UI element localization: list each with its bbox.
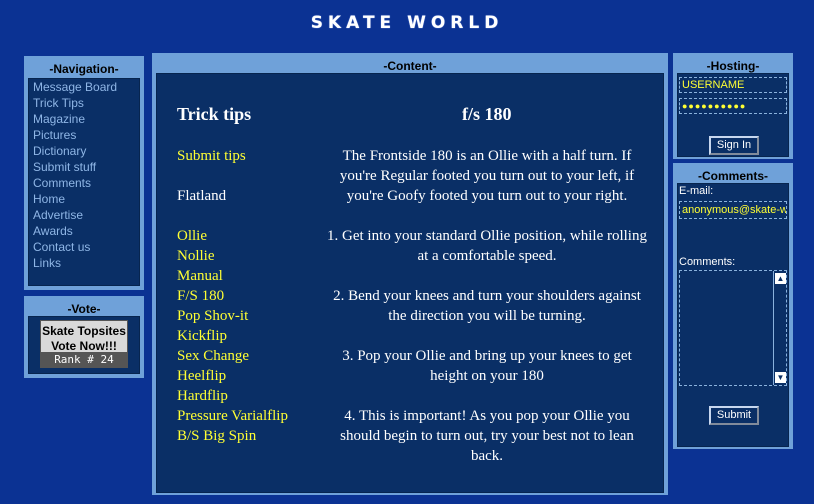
nav-link[interactable]: Trick Tips: [29, 95, 139, 111]
email-input[interactable]: anonymous@skate-w: [679, 201, 787, 219]
site-logo[interactable]: SKATE WORLD: [300, 12, 514, 34]
nav-link[interactable]: Pictures: [29, 127, 139, 143]
trick-link[interactable]: Hardflip: [177, 386, 288, 406]
vote-button-line1: Skate Topsites: [42, 324, 126, 338]
nav-link[interactable]: Message Board: [29, 79, 139, 95]
trick-link[interactable]: Heelflip: [177, 366, 288, 386]
nav-link[interactable]: Dictionary: [29, 143, 139, 159]
nav-link[interactable]: Links: [29, 255, 139, 271]
description-paragraph: The Frontside 180 is an Ollie with a hal…: [339, 148, 635, 204]
description-paragraph: 4. This is important! As you pop your Ol…: [340, 408, 634, 464]
comments-submit-button[interactable]: Submit: [709, 406, 759, 425]
comments-textarea[interactable]: ▲ ▼: [679, 270, 787, 386]
navigation-list-container: Message Board Trick Tips Magazine Pictures D…: [28, 78, 140, 286]
vote-title: -Vote-: [67, 302, 101, 316]
vote-panel: -Vote- Skate Topsites Vote Now!!! Rank #…: [24, 296, 144, 378]
description-paragraph: 3. Pop your Ollie and bring up your knee…: [342, 348, 632, 384]
trick-link[interactable]: Manual: [177, 266, 288, 286]
comments-label: Comments:: [679, 256, 736, 268]
nav-link[interactable]: Advertise: [29, 207, 139, 223]
category-label: Flatland: [177, 188, 227, 204]
hosting-panel: -Hosting- USERNAME ●●●●●●●●●● Sign In: [673, 53, 793, 159]
trick-list: Submit tips Flatland Ollie Nollie Manual F/…: [177, 146, 288, 446]
navigation-panel: -Navigation- Message Board Trick Tips Maga…: [24, 56, 144, 290]
navigation-title: -Navigation-: [49, 62, 119, 76]
nav-link[interactable]: Home: [29, 191, 139, 207]
vote-now-button[interactable]: Skate Topsites Vote Now!!! Rank # 24: [40, 320, 128, 368]
email-label: E-mail:: [679, 185, 714, 197]
scroll-down-icon[interactable]: ▼: [775, 372, 786, 383]
content-title: -Content-: [383, 59, 437, 73]
nav-link[interactable]: Contact us: [29, 239, 139, 255]
submit-tips-link[interactable]: Submit tips: [177, 146, 288, 166]
nav-link[interactable]: Submit stuff: [29, 159, 139, 175]
trick-description: The Frontside 180 is an Ollie with a hal…: [327, 146, 647, 486]
comments-panel: -Comments- E-mail: anonymous@skate-w Com…: [673, 163, 793, 449]
vote-rank: Rank # 24: [41, 352, 127, 367]
trick-link[interactable]: Pressure Varialflip: [177, 406, 288, 426]
trick-link[interactable]: F/S 180: [177, 286, 288, 306]
sign-in-button[interactable]: Sign In: [709, 136, 759, 155]
trick-link[interactable]: Nollie: [177, 246, 288, 266]
trick-link[interactable]: Sex Change: [177, 346, 288, 366]
content-panel: -Content- Trick tips f/s 180 Submit tips…: [152, 53, 668, 495]
description-paragraph: 2. Bend your knees and turn your shoulde…: [333, 288, 641, 324]
description-paragraph: 1. Get into your standard Ollie position…: [327, 228, 647, 264]
scroll-up-icon[interactable]: ▲: [775, 273, 786, 284]
trick-tips-heading: Trick tips: [177, 104, 252, 124]
trick-link[interactable]: B/S Big Spin: [177, 426, 288, 446]
password-input[interactable]: ●●●●●●●●●●: [679, 98, 787, 114]
nav-link[interactable]: Comments: [29, 175, 139, 191]
nav-link[interactable]: Magazine: [29, 111, 139, 127]
trick-name-heading: f/s 180: [462, 104, 512, 124]
trick-link[interactable]: Ollie: [177, 226, 288, 246]
username-input[interactable]: USERNAME: [679, 77, 787, 93]
navigation-list: Message Board Trick Tips Magazine Pictures D…: [29, 79, 139, 271]
comments-scrollbar[interactable]: ▲ ▼: [773, 271, 786, 385]
trick-link[interactable]: Kickflip: [177, 326, 288, 346]
trick-link[interactable]: Pop Shov-it: [177, 306, 288, 326]
nav-link[interactable]: Awards: [29, 223, 139, 239]
comments-title: -Comments-: [697, 169, 768, 183]
hosting-title: -Hosting-: [706, 59, 760, 73]
content-body: Trick tips f/s 180 Submit tips Flatland …: [156, 73, 664, 493]
